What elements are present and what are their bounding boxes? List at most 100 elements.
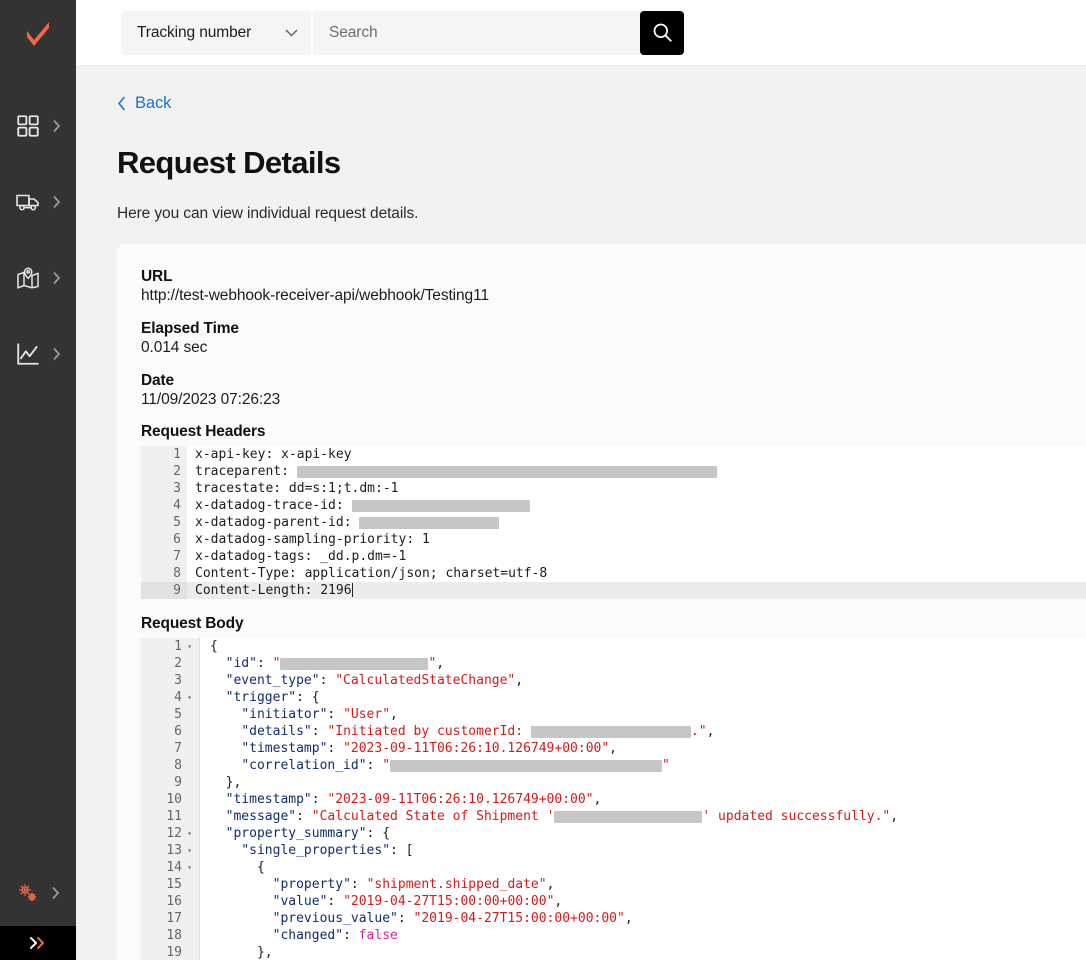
url-value: http://test-webhook-receiver-api/webhook… xyxy=(141,287,1086,305)
code-line[interactable]: 15 "property": "shipment.shipped_date", xyxy=(141,876,1086,893)
code-token: "2023-09-11T06:26:10.126749+00:00" xyxy=(327,792,593,807)
code-text: "timestamp": "2023-09-11T06:26:10.126749… xyxy=(199,791,1086,808)
code-text: x-datadog-trace-id: xyxy=(187,497,1086,514)
code-line[interactable]: 4x-datadog-trace-id: xyxy=(141,497,1086,514)
request-body-editor[interactable]: 1▾{2 "id": "",3 "event_type": "Calculate… xyxy=(141,638,1086,960)
request-headers-label: Request Headers xyxy=(141,423,1086,441)
code-text: x-datadog-parent-id: xyxy=(187,514,1086,531)
search-submit-button[interactable] xyxy=(640,11,684,55)
code-line[interactable]: 11 "message": "Calculated State of Shipm… xyxy=(141,808,1086,825)
code-token: "details" xyxy=(241,724,311,739)
code-token: : xyxy=(327,894,343,909)
fold-toggle-icon[interactable]: ▾ xyxy=(186,643,193,651)
sidebar-item-shipments[interactable] xyxy=(0,164,76,240)
line-number: 6 xyxy=(141,723,199,740)
code-token: "correlation_id" xyxy=(241,758,366,773)
code-token: : xyxy=(327,707,343,722)
fold-toggle-icon[interactable]: ▾ xyxy=(186,864,193,872)
code-line[interactable]: 10 "timestamp": "2023-09-11T06:26:10.126… xyxy=(141,791,1086,808)
line-number: 16 xyxy=(141,893,199,910)
code-token: "value" xyxy=(273,894,328,909)
line-number: 17 xyxy=(141,910,199,927)
code-text: "changed": false xyxy=(199,927,1086,944)
line-number: 7 xyxy=(141,740,199,757)
code-line[interactable]: 19 }, xyxy=(141,944,1086,960)
code-line[interactable]: 13▾ "single_properties": [ xyxy=(141,842,1086,859)
search-type-dropdown[interactable]: Tracking number xyxy=(121,11,313,55)
chevron-right-icon xyxy=(52,271,61,285)
sidebar-item-tracking-map[interactable] xyxy=(0,240,76,316)
sidebar-item-dashboard[interactable] xyxy=(0,88,76,164)
search-input[interactable]: Search xyxy=(313,11,640,55)
line-number: 2 xyxy=(141,463,187,480)
date-label: Date xyxy=(141,372,1086,390)
checkmark-logo-icon xyxy=(20,15,56,51)
line-number: 5 xyxy=(141,706,199,723)
redacted-value xyxy=(390,760,662,772)
code-token: : xyxy=(320,673,336,688)
code-line[interactable]: 1x-api-key: x-api-key xyxy=(141,446,1086,463)
code-line[interactable]: 7 "timestamp": "2023-09-11T06:26:10.1267… xyxy=(141,740,1086,757)
code-line[interactable]: 17 "previous_value": "2019-04-27T15:00:0… xyxy=(141,910,1086,927)
code-line[interactable]: 8 "correlation_id": "" xyxy=(141,757,1086,774)
code-line[interactable]: 14▾ { xyxy=(141,859,1086,876)
code-token: "Initiated by customerId: xyxy=(327,724,531,739)
code-token: : xyxy=(327,741,343,756)
code-line[interactable]: 7x-datadog-tags: _dd.p.dm=-1 xyxy=(141,548,1086,565)
fold-toggle-icon[interactable]: ▾ xyxy=(186,847,193,855)
code-text: x-datadog-sampling-priority: 1 xyxy=(187,531,1086,548)
truck-icon xyxy=(15,189,41,215)
code-text: "correlation_id": "" xyxy=(199,757,1086,774)
code-line[interactable]: 3tracestate: dd=s:1;t.dm:-1 xyxy=(141,480,1086,497)
url-label: URL xyxy=(141,268,1086,286)
line-number: 13▾ xyxy=(141,842,199,859)
date-field: Date 11/09/2023 07:26:23 xyxy=(141,372,1086,409)
line-number: 15 xyxy=(141,876,199,893)
code-line[interactable]: 12▾ "property_summary": { xyxy=(141,825,1086,842)
code-text: "single_properties": [ xyxy=(199,842,1086,859)
code-line[interactable]: 16 "value": "2019-04-27T15:00:00+00:00", xyxy=(141,893,1086,910)
code-line[interactable]: 3 "event_type": "CalculatedStateChange", xyxy=(141,672,1086,689)
code-token: "initiator" xyxy=(241,707,327,722)
code-line[interactable]: 5 "initiator": "User", xyxy=(141,706,1086,723)
code-line[interactable]: 18 "changed": false xyxy=(141,927,1086,944)
code-token: " xyxy=(382,758,390,773)
sidebar-item-analytics[interactable] xyxy=(0,316,76,392)
code-line[interactable]: 9 }, xyxy=(141,774,1086,791)
sidebar-item-settings[interactable] xyxy=(0,871,76,915)
fold-toggle-icon[interactable]: ▾ xyxy=(186,694,193,702)
request-details-card: URL http://test-webhook-receiver-api/web… xyxy=(117,244,1086,960)
code-token: "Calculated State of Shipment ' xyxy=(312,809,555,824)
code-line[interactable]: 2 "id": "", xyxy=(141,655,1086,672)
code-line[interactable]: 5x-datadog-parent-id: xyxy=(141,514,1086,531)
code-line[interactable]: 1▾{ xyxy=(141,638,1086,655)
code-token: }, xyxy=(257,945,273,960)
code-token: "2023-09-11T06:26:10.126749+00:00" xyxy=(343,741,609,756)
code-token: "message" xyxy=(226,809,296,824)
chevron-right-icon xyxy=(52,347,61,361)
code-line[interactable]: 6 "details": "Initiated by customerId: .… xyxy=(141,723,1086,740)
code-line[interactable]: 4▾ "trigger": { xyxy=(141,689,1086,706)
line-number: 4▾ xyxy=(141,689,199,706)
code-line[interactable]: 6x-datadog-sampling-priority: 1 xyxy=(141,531,1086,548)
code-line[interactable]: 9Content-Length: 2196 xyxy=(141,582,1086,599)
request-headers-editor[interactable]: 1x-api-key: x-api-key2traceparent: 3trac… xyxy=(141,446,1086,599)
code-text: x-datadog-tags: _dd.p.dm=-1 xyxy=(187,548,1086,565)
code-text: "details": "Initiated by customerId: .", xyxy=(199,723,1086,740)
code-token: ." xyxy=(691,724,707,739)
sidebar-expand-button[interactable] xyxy=(0,926,76,960)
line-number: 18 xyxy=(141,927,199,944)
code-token: }, xyxy=(226,775,242,790)
code-token: "timestamp" xyxy=(241,741,327,756)
code-token: , xyxy=(625,911,633,926)
code-text: "property_summary": { xyxy=(199,825,1086,842)
code-text: tracestate: dd=s:1;t.dm:-1 xyxy=(187,480,1086,497)
fold-toggle-icon[interactable]: ▾ xyxy=(186,830,193,838)
page-subtitle: Here you can view individual request det… xyxy=(76,202,1086,223)
code-line[interactable]: 2traceparent: xyxy=(141,463,1086,480)
code-text: traceparent: xyxy=(187,463,1086,480)
back-link[interactable]: Back xyxy=(76,66,171,113)
code-line[interactable]: 8Content-Type: application/json; charset… xyxy=(141,565,1086,582)
code-token: "id" xyxy=(226,656,257,671)
app-logo[interactable] xyxy=(0,0,76,66)
